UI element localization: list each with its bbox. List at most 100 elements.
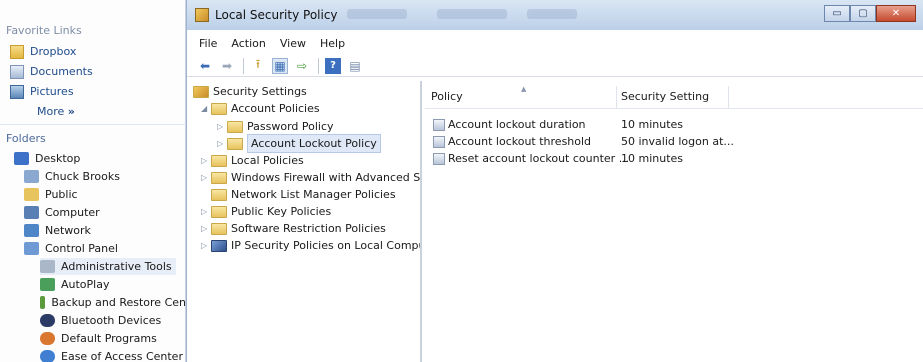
- folder-label: Chuck Brooks: [45, 170, 120, 183]
- ease-of-access-icon: [40, 350, 55, 362]
- policy-item-icon: [433, 118, 445, 131]
- favorite-link-dropbox[interactable]: Dropbox: [10, 43, 76, 60]
- favorite-link-documents[interactable]: Documents: [10, 63, 93, 80]
- policy-name: Account lockout duration: [448, 118, 586, 131]
- folder-icon: [211, 205, 227, 218]
- folder-label: Desktop: [35, 152, 81, 165]
- folder-icon: [211, 102, 227, 115]
- window-controls: ▭ ▢ ✕: [824, 5, 916, 22]
- toolbar-separator: [243, 57, 244, 74]
- scope-tree-pane: Security Settings ◢ Account Policies ▷ P…: [187, 81, 422, 362]
- back-arrow-icon[interactable]: ⬅: [197, 58, 213, 74]
- folder-item-administrative-tools[interactable]: Administrative Tools: [40, 258, 176, 275]
- tree-node-security-settings[interactable]: Security Settings: [193, 83, 307, 100]
- policy-item-icon: [433, 152, 445, 165]
- folders-title[interactable]: Folders: [6, 132, 46, 145]
- menu-view[interactable]: View: [280, 37, 306, 50]
- admin-tools-icon: [40, 260, 55, 273]
- policy-setting: 10 minutes: [621, 118, 684, 131]
- policy-setting: 50 invalid logon at...: [621, 135, 734, 148]
- computer-icon: [24, 206, 39, 219]
- tree-node-network-list-manager[interactable]: Network List Manager Policies: [211, 186, 396, 203]
- menu-file[interactable]: File: [199, 37, 217, 50]
- favorite-link-label: Dropbox: [30, 45, 77, 58]
- export-list-icon[interactable]: ⇨: [294, 58, 310, 74]
- menu-help[interactable]: Help: [320, 37, 345, 50]
- collapsed-arrow-icon[interactable]: ▷: [201, 237, 211, 254]
- tree-node-label: Account Lockout Policy: [247, 134, 381, 153]
- folder-label: Control Panel: [45, 242, 118, 255]
- folder-item-network[interactable]: Network: [24, 222, 91, 239]
- title-bar[interactable]: Local Security Policy ▭ ▢ ✕: [187, 0, 923, 30]
- tree-node-label: Software Restriction Policies: [231, 222, 386, 235]
- policy-item-icon: [433, 135, 445, 148]
- list-row-account-lockout-duration[interactable]: Account lockout duration 10 minutes: [433, 116, 683, 133]
- explorer-navigation-pane: Favorite Links Dropbox Documents Picture…: [0, 0, 186, 362]
- minimize-button[interactable]: ▭: [824, 5, 850, 22]
- tree-node-account-lockout-policy[interactable]: ▷ Account Lockout Policy: [217, 134, 381, 153]
- folder-label: AutoPlay: [61, 278, 110, 291]
- tree-node-password-policy[interactable]: ▷ Password Policy: [217, 118, 334, 135]
- more-favorites-link[interactable]: More »: [37, 105, 75, 118]
- collapsed-arrow-icon[interactable]: ▷: [201, 152, 211, 169]
- menu-action[interactable]: Action: [231, 37, 265, 50]
- tree-node-public-key-policies[interactable]: ▷ Public Key Policies: [201, 203, 331, 220]
- column-header-policy[interactable]: Policy ▲: [431, 85, 617, 108]
- up-folder-icon[interactable]: ⭱: [250, 57, 266, 74]
- folder-item-bluetooth-devices[interactable]: Bluetooth Devices: [40, 312, 161, 329]
- folder-item-ease-of-access[interactable]: Ease of Access Center: [40, 348, 183, 362]
- desktop-icon: [14, 152, 29, 165]
- collapsed-arrow-icon[interactable]: ▷: [201, 220, 211, 237]
- titlebar-background-blur: [437, 9, 507, 19]
- titlebar-background-blur: [347, 9, 407, 19]
- folder-icon: [211, 188, 227, 201]
- bluetooth-icon: [40, 314, 55, 327]
- favorite-link-label: Pictures: [30, 85, 74, 98]
- tree-node-label: Account Policies: [231, 102, 320, 115]
- folder-label: Public: [45, 188, 78, 201]
- expanded-arrow-icon[interactable]: ◢: [201, 100, 211, 117]
- help-icon[interactable]: ?: [325, 57, 341, 74]
- folder-item-chuck-brooks[interactable]: Chuck Brooks: [24, 168, 120, 185]
- favorite-link-pictures[interactable]: Pictures: [10, 83, 74, 100]
- list-row-reset-lockout-counter[interactable]: Reset account lockout counter ... 10 min…: [433, 150, 683, 167]
- show-hide-tree-icon[interactable]: ▦: [272, 57, 288, 74]
- folder-item-control-panel[interactable]: Control Panel: [24, 240, 118, 257]
- list-row-account-lockout-threshold[interactable]: Account lockout threshold 50 invalid log…: [433, 133, 734, 150]
- tree-node-label: Password Policy: [247, 120, 334, 133]
- tree-node-windows-firewall[interactable]: ▷ Windows Firewall with Advanced Secu: [201, 169, 422, 186]
- forward-arrow-icon[interactable]: ➡: [219, 58, 235, 74]
- tree-node-account-policies[interactable]: ◢ Account Policies: [201, 100, 320, 117]
- folder-item-autoplay[interactable]: AutoPlay: [40, 276, 109, 293]
- properties-icon[interactable]: ▤: [347, 58, 363, 74]
- network-icon: [24, 224, 39, 237]
- collapsed-arrow-icon[interactable]: ▷: [217, 135, 227, 152]
- tree-node-local-policies[interactable]: ▷ Local Policies: [201, 152, 304, 169]
- favorite-links-title: Favorite Links: [6, 24, 82, 37]
- menu-bar: File Action View Help: [187, 34, 359, 52]
- tree-node-label: Windows Firewall with Advanced Secu: [231, 171, 422, 184]
- folder-label: Bluetooth Devices: [61, 314, 162, 327]
- tree-node-label: Network List Manager Policies: [231, 188, 396, 201]
- folder-item-backup-and-restore[interactable]: Backup and Restore Cen: [40, 294, 186, 311]
- folder-item-desktop[interactable]: Desktop: [14, 150, 80, 167]
- tree-node-label: Security Settings: [213, 85, 307, 98]
- collapsed-arrow-icon[interactable]: ▷: [217, 118, 227, 135]
- folder-item-computer[interactable]: Computer: [24, 204, 100, 221]
- close-button[interactable]: ✕: [876, 5, 916, 22]
- folder-label: Administrative Tools: [61, 260, 172, 273]
- dropbox-folder-icon: [10, 44, 24, 59]
- folder-label: Network: [45, 224, 91, 237]
- collapsed-arrow-icon[interactable]: ▷: [201, 203, 211, 220]
- folder-icon: [211, 222, 227, 235]
- folder-item-default-programs[interactable]: Default Programs: [40, 330, 157, 347]
- tree-node-ip-security-policies[interactable]: ▷ IP Security Policies on Local Compute: [201, 237, 420, 254]
- folder-item-public[interactable]: Public: [24, 186, 78, 203]
- collapsed-arrow-icon[interactable]: ▷: [201, 169, 211, 186]
- column-header-security-setting[interactable]: Security Setting: [621, 86, 729, 108]
- maximize-button[interactable]: ▢: [850, 5, 876, 22]
- default-programs-icon: [40, 332, 55, 345]
- tree-node-software-restriction[interactable]: ▷ Software Restriction Policies: [201, 220, 386, 237]
- local-security-policy-window: Local Security Policy ▭ ▢ ✕ File Action …: [186, 0, 923, 362]
- maximize-icon: ▢: [858, 8, 868, 19]
